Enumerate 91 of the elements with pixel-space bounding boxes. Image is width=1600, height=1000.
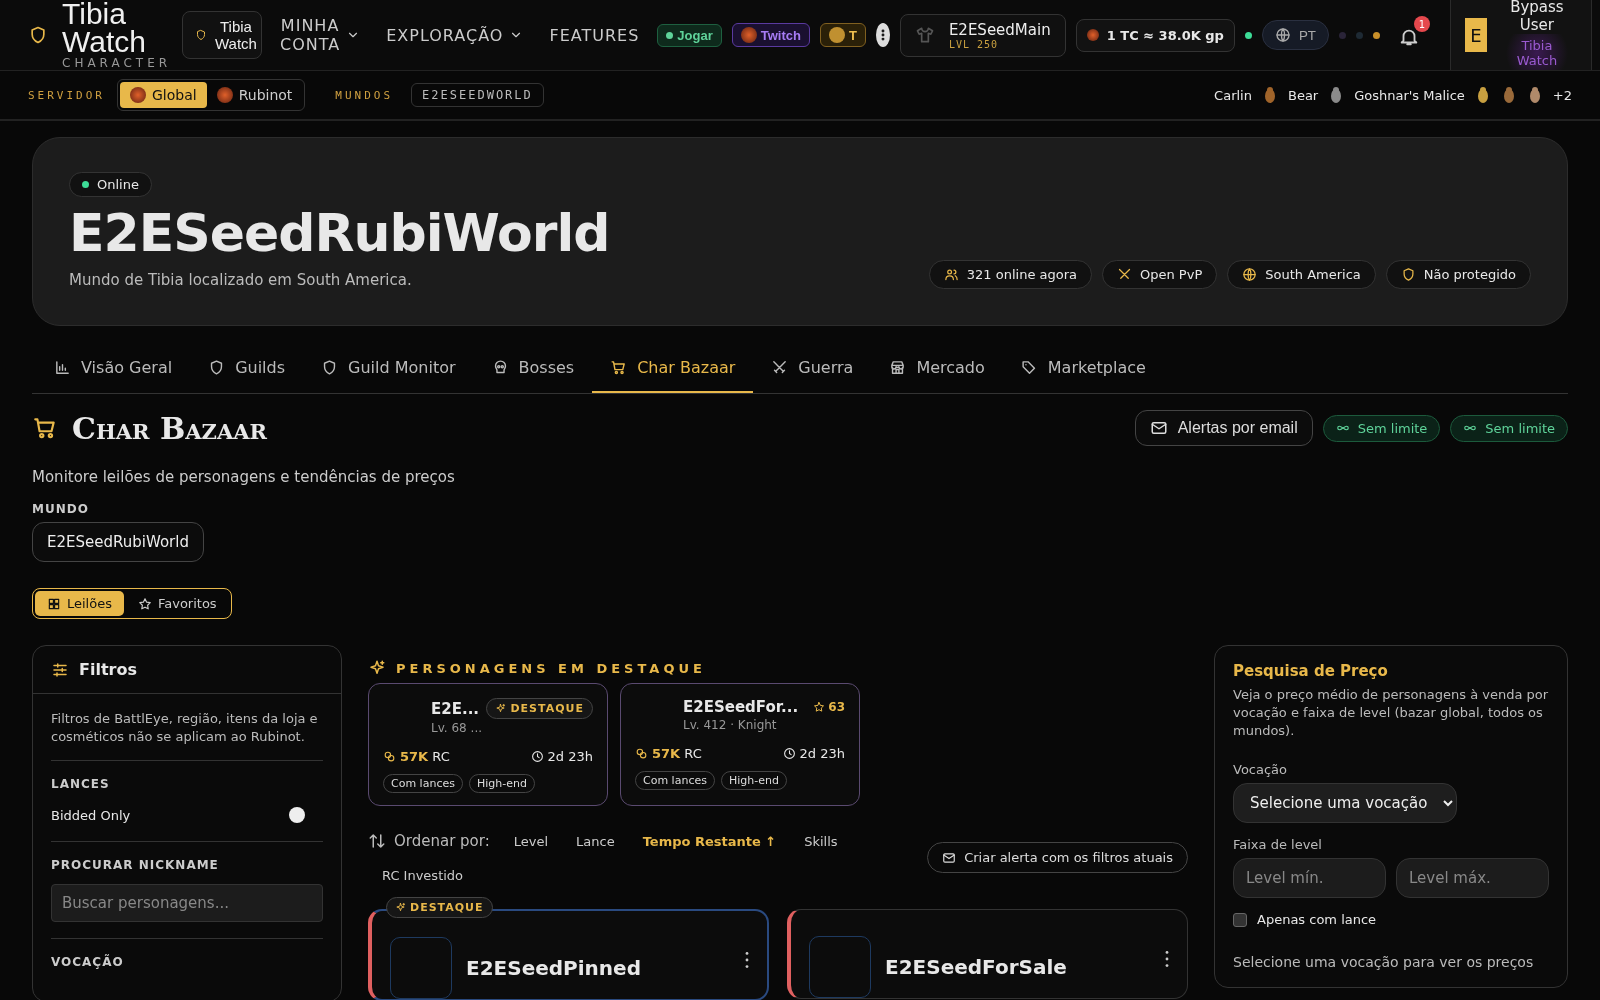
info-badge: 321 online agora [928,260,1092,289]
sort-option[interactable]: Skills [790,833,852,849]
input-field[interactable]: Level máx. [1396,858,1549,898]
time-left: 2d 23h [799,746,845,761]
nav-menu[interactable]: FEATURES [541,25,648,45]
world-subtitle: Mundo de Tibia localizado em South America. [69,271,413,289]
nav-menu[interactable]: MINHA CONTA [272,16,369,54]
tab[interactable]: Guild Monitor [303,342,474,393]
info-badge: South America [1227,260,1376,289]
world-tag[interactable]: E2ESEEDWORLD [411,83,544,107]
info-badge: Não protegido [1385,260,1531,289]
featured-card[interactable]: E2E... DESTAQUE Lv. 68 ... 57K RC 2d 23h Com lances High-end [368,683,608,806]
section-label: LANCES [51,777,111,791]
hint-text: Selecione uma vocação para ver os preços [1233,953,1535,971]
tab[interactable]: Marketplace [1002,342,1164,393]
sort-label: Ordenar por: [394,832,490,850]
panel-title: Filtros [79,660,137,679]
featured-badge: DESTAQUE [386,897,493,918]
tab[interactable]: Guilds [190,342,304,393]
limit-badge: Sem limite [1450,414,1568,442]
character-info: Lv. 68 ... [430,721,483,735]
server-label: SERVIDOR [28,88,105,102]
server-option[interactable]: Global [120,82,207,108]
world-select[interactable]: E2ESeedRubiWorld [32,522,204,562]
boss-label: +2 [1552,87,1572,103]
field-label: Faixa de level [1233,837,1323,852]
user-name: Bypass User [1509,0,1565,34]
panel-title: Pesquisa de Preço [1233,662,1389,680]
toggle-label: Bidded Only [51,807,131,823]
featured-card[interactable]: E2ESeedFor... 63 Lv. 412 · Knight 57K RC 2d 23h Com lances High-end [620,683,860,806]
language-button[interactable]: PT [1261,20,1329,50]
checkbox-label: Apenas com lance [1257,912,1377,927]
link-pill[interactable]: Twitch [731,23,810,47]
boss-label: Carlin [1214,87,1252,103]
email-alerts-button[interactable]: Alertas por email [1134,410,1313,446]
price: 57K RC [400,749,450,764]
time-left: 2d 23h [547,749,593,764]
site-switcher[interactable]: Tibia Watch [182,11,262,59]
user-avatar[interactable]: E [1464,18,1487,52]
link-pill[interactable]: T [819,23,866,47]
search-field[interactable]: Buscar personagens... [51,884,323,922]
page-title: Char Bazaar [72,410,267,446]
sort-option[interactable]: Level [499,833,563,849]
score-label: 63 [813,700,845,714]
character-name: E2ESeedPinned [466,956,642,980]
world-title: E2ESeedRubiWorld [69,203,610,263]
section-label: PROCURAR NICKNAME [51,858,220,872]
create-alert-button[interactable]: Criar alerta com os filtros atuais [927,842,1188,873]
vocation-select[interactable]: Selecione uma vocação [1233,783,1457,823]
character-card[interactable]: E2ESeedMain LVL 250 [899,13,1066,57]
sort-option[interactable]: Tempo Restante ↑ [628,833,791,849]
character-level: LVL 250 [948,38,1000,50]
boss-name: Goshnar's Malice [1354,87,1465,103]
view-toggle[interactable]: Leilões [35,591,124,616]
character-info: Lv. 412 · Knight [682,718,778,732]
field-label: Vocação [1233,762,1289,777]
character-name: E2E... [431,699,480,718]
section-heading: PERSONAGENS EM DESTAQUE [396,660,706,676]
world-label: MUNDO [32,502,90,516]
panel-description: Veja o preço médio de personagens à venda por vocação e faixa de level (bazar global, todos os mundos). [1233,686,1549,740]
link-pill[interactable]: Jogar [657,23,722,47]
server-option[interactable]: Rubinot [206,82,303,108]
featured-badge: DESTAQUE [486,698,593,719]
tab[interactable]: Visão Geral [36,342,191,393]
status-badge: Online [69,172,152,197]
auction-card[interactable]: E2ESeedForSale [787,909,1188,999]
tab[interactable]: Mercado [871,342,1003,393]
nav-menu[interactable]: EXPLORAÇÃO [378,25,532,45]
price: 57K RC [652,746,702,761]
notifications-button[interactable]: 1 [1393,16,1430,54]
logo-title: Tibia Watch [62,0,147,56]
input-field[interactable]: Level mín. [1233,858,1386,898]
info-badge: Open PvP [1102,260,1218,289]
tab[interactable]: Guerra [753,342,872,393]
character-name: E2ESeedForSale [885,955,1068,979]
logo-subtitle: CHARACTER [62,56,172,70]
sort-option[interactable]: Lance [562,833,629,849]
boss-name: Bear [1287,87,1319,103]
sort-option[interactable]: RC Investido [368,868,478,883]
section-label: VOCAÇÃO [51,955,125,969]
tab[interactable]: Char Bazaar [592,342,754,393]
view-toggle[interactable]: Favoritos [125,591,229,616]
limit-badge: Sem limite [1322,414,1441,442]
tab[interactable]: Bosses [473,342,593,393]
character-name: E2ESeedMain [948,20,1051,39]
character-name: E2ESeedFor... [683,698,799,716]
filter-note: Filtros de BattlEye, região, itens da loja e cosméticos não se aplicam ao Rubinot. [51,710,323,761]
notification-count: 1 [1413,16,1430,32]
tc-rate: 1 TC ≈ 38.0K gp [1075,18,1235,52]
worlds-label: MUNDOS [335,88,394,102]
page-description: Monitore leilões de personagens e tendências de preços [32,468,456,486]
